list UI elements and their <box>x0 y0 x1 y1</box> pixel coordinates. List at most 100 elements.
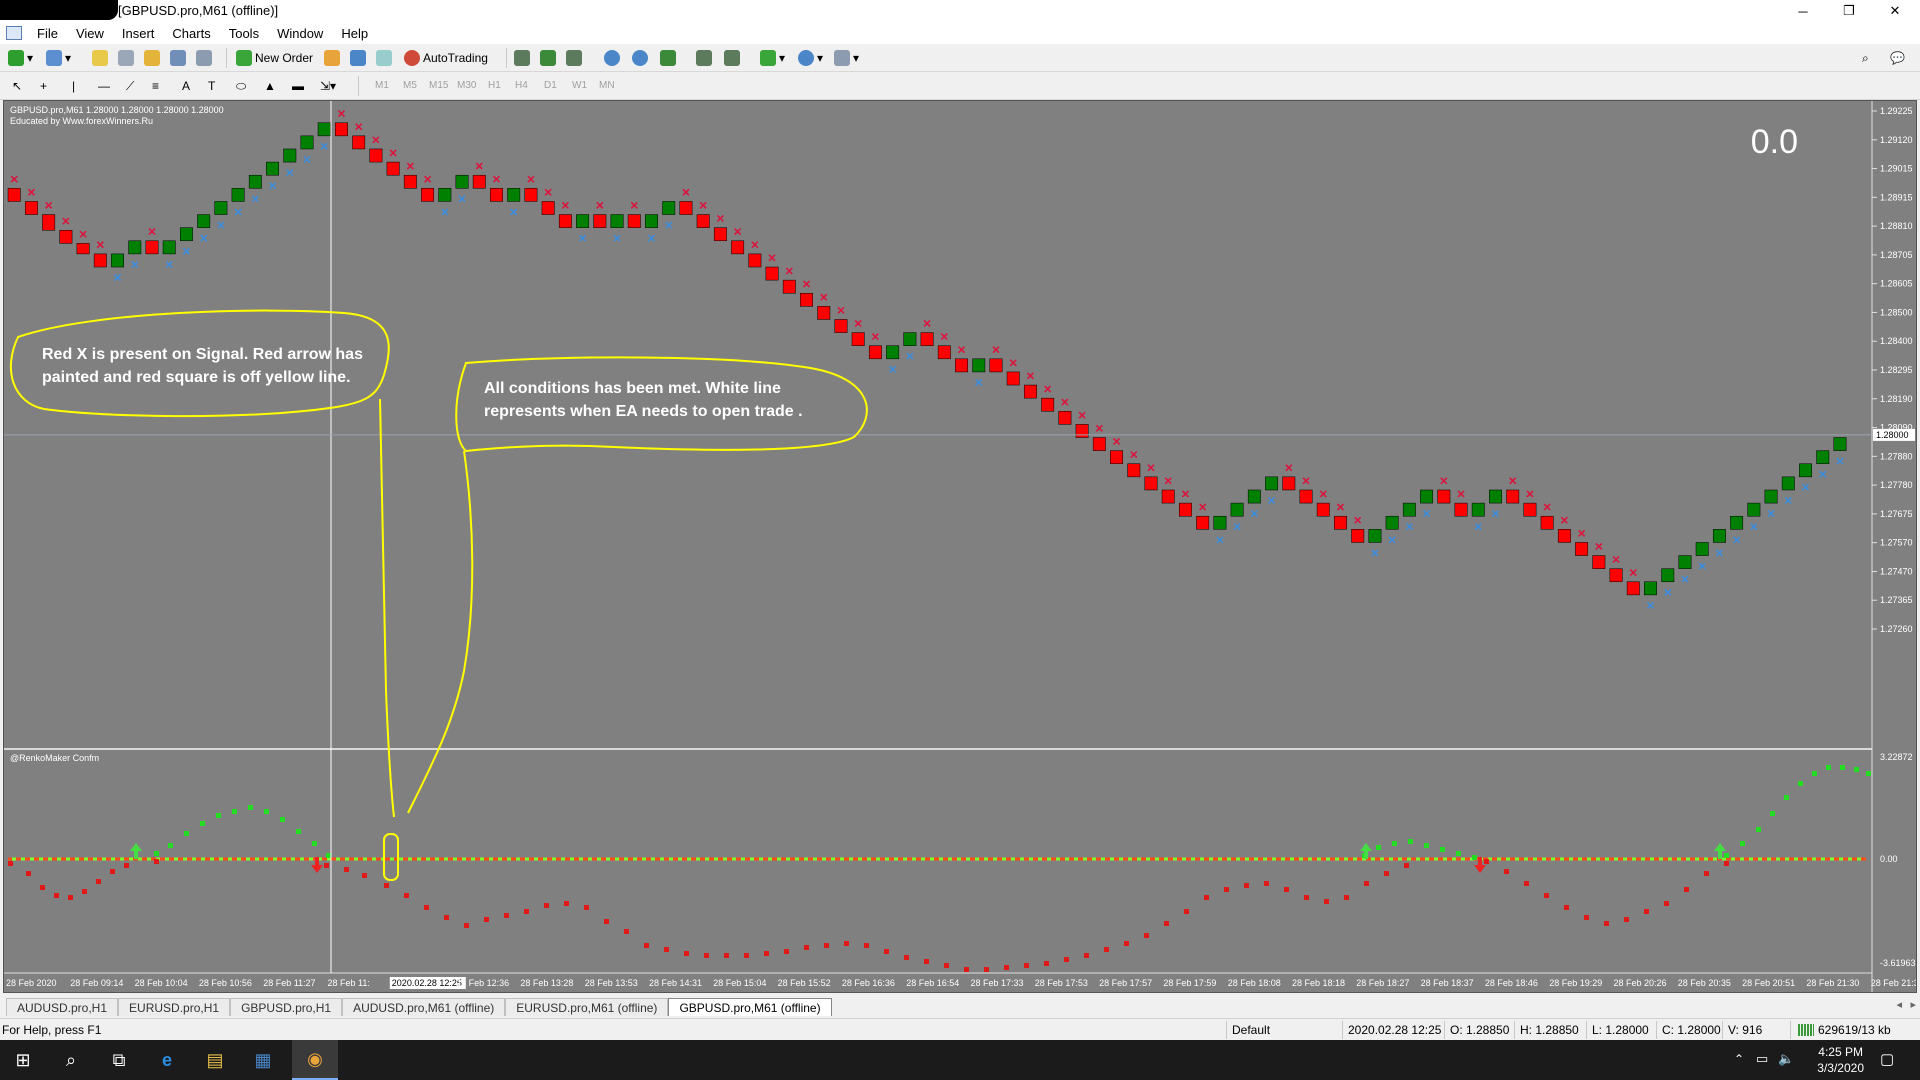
tile-windows-icon[interactable] <box>660 48 676 68</box>
tab-eurusd-m61[interactable]: EURUSD.pro,M61 (offline) <box>505 998 669 1016</box>
tab-gbpusd-h1[interactable]: GBPUSD.pro,H1 <box>230 998 343 1016</box>
price-tick-label: 1.28705 <box>1880 250 1913 260</box>
start-icon[interactable]: ⊞ <box>0 1040 46 1080</box>
market-watch-icon[interactable] <box>92 48 108 68</box>
tray-chevron-icon[interactable]: ⌃ <box>1734 1052 1744 1066</box>
zero-line-dot <box>624 857 628 861</box>
task-view-icon[interactable]: ⧉ <box>96 1040 142 1080</box>
rectangle-icon[interactable]: ▬ <box>292 76 304 96</box>
chart-shift-icon[interactable] <box>696 48 712 68</box>
renko-brick <box>731 240 745 255</box>
candlestick-icon[interactable] <box>540 48 556 68</box>
chart-canvas[interactable]: 1.29225 1.29120 1.29015 1.28915 1.28810 1.287… <box>4 101 1920 992</box>
arrows-icon[interactable]: ⇲▾ <box>320 76 336 96</box>
autoscroll-icon[interactable] <box>724 48 740 68</box>
market-icon[interactable] <box>376 48 392 68</box>
tab-eurusd-h1[interactable]: EURUSD.pro,H1 <box>118 998 231 1016</box>
edge-icon[interactable]: e <box>144 1040 190 1080</box>
profiles-icon[interactable]: ▾ <box>46 48 71 68</box>
tf-m5[interactable]: M5 <box>403 80 417 91</box>
zoom-out-icon[interactable] <box>632 48 648 68</box>
renko-brick <box>1540 515 1554 530</box>
metatrader-icon[interactable]: ◉ <box>292 1040 338 1080</box>
menu-view[interactable]: View <box>67 26 113 41</box>
tf-h4[interactable]: H4 <box>515 80 528 91</box>
menu-window[interactable]: Window <box>268 26 332 41</box>
tf-m30[interactable]: M30 <box>457 80 476 91</box>
green-indicator-dot <box>1724 853 1729 858</box>
menu-insert[interactable]: Insert <box>113 26 164 41</box>
crosshair-icon[interactable]: + <box>40 76 47 96</box>
taskbar-clock[interactable]: 4:25 PM 3/3/2020 <box>1817 1044 1864 1076</box>
price-tick-label: 1.27365 <box>1880 595 1913 605</box>
metaeditor-icon[interactable] <box>324 48 340 68</box>
chat-icon[interactable]: 💬 <box>1890 48 1905 68</box>
data-window-icon[interactable] <box>118 48 134 68</box>
templates-icon[interactable]: ▾ <box>834 48 859 68</box>
tab-scroll-right-icon[interactable]: ▸ <box>1910 998 1916 1011</box>
zoom-in-icon[interactable] <box>604 48 620 68</box>
renko-brick <box>1592 555 1606 569</box>
restore-button[interactable]: ❐ <box>1826 0 1872 22</box>
menu-file[interactable]: File <box>28 26 67 41</box>
indicators-icon[interactable]: ▾ <box>760 48 785 68</box>
periods-icon[interactable]: ▾ <box>798 48 823 68</box>
tab-audusd-h1[interactable]: AUDUSD.pro,H1 <box>6 998 119 1016</box>
navigator-icon[interactable] <box>144 48 160 68</box>
zero-line-dot <box>273 857 277 861</box>
minimize-button[interactable]: ─ <box>1780 0 1826 22</box>
tab-gbpusd-m61[interactable]: GBPUSD.pro,M61 (offline) <box>668 998 832 1016</box>
zero-line-dot <box>1632 857 1636 861</box>
tf-w1[interactable]: W1 <box>572 80 587 91</box>
bar-chart-icon[interactable] <box>514 48 530 68</box>
line-chart-icon[interactable] <box>566 48 582 68</box>
menu-tools[interactable]: Tools <box>220 26 268 41</box>
volume-icon[interactable]: 🔈 <box>1778 1051 1794 1067</box>
tf-d1[interactable]: D1 <box>544 80 557 91</box>
trendline-icon[interactable]: ⟋ <box>126 76 134 96</box>
zero-line-dot <box>1146 857 1150 861</box>
tf-mn[interactable]: MN <box>599 80 615 91</box>
text-icon[interactable]: A <box>182 76 190 96</box>
zero-line-dot <box>966 857 970 861</box>
zero-line-dot <box>1443 857 1447 861</box>
zero-line-dot <box>1272 857 1276 861</box>
tester-icon[interactable] <box>196 48 212 68</box>
price-tick-label: 1.27470 <box>1880 566 1913 576</box>
ellipse-icon[interactable]: ⬭ <box>236 76 246 96</box>
tab-audusd-m61[interactable]: AUDUSD.pro,M61 (offline) <box>342 998 506 1016</box>
autotrading-button[interactable]: AutoTrading <box>404 48 488 68</box>
new-order-button[interactable]: New Order <box>236 48 313 68</box>
zero-line-dot <box>543 857 547 861</box>
tf-h1[interactable]: H1 <box>488 80 501 91</box>
triangle-icon[interactable]: ▲ <box>264 76 276 96</box>
file-explorer-icon[interactable]: ▤ <box>192 1040 238 1080</box>
renko-brick <box>524 188 538 202</box>
menu-charts[interactable]: Charts <box>163 26 219 41</box>
search-taskbar-icon[interactable]: ⌕ <box>48 1040 94 1080</box>
store-icon[interactable]: ▦ <box>240 1040 286 1080</box>
tf-m15[interactable]: M15 <box>429 80 448 91</box>
search-icon[interactable]: ⌕ <box>1862 48 1869 68</box>
signals-icon[interactable] <box>350 48 366 68</box>
notifications-icon[interactable]: ▢ <box>1880 1050 1894 1068</box>
network-icon[interactable]: ▭ <box>1756 1051 1768 1067</box>
zero-line-dot <box>453 857 457 861</box>
cursor-icon[interactable]: ↖ <box>12 76 22 96</box>
zero-line-dot <box>1623 857 1627 861</box>
horizontal-line-icon[interactable]: — <box>98 76 110 96</box>
menu-help[interactable]: Help <box>332 26 377 41</box>
vertical-line-icon[interactable]: | <box>72 76 75 96</box>
time-tick-label: 28 Feb 12:36 <box>456 978 509 988</box>
close-button[interactable]: ✕ <box>1872 0 1918 22</box>
terminal-icon[interactable] <box>170 48 186 68</box>
red-indicator-dot <box>804 945 809 950</box>
text-label-icon[interactable]: T <box>208 76 215 96</box>
equidistant-channel-icon[interactable]: ≡ <box>152 76 159 96</box>
red-indicator-dot <box>724 953 729 958</box>
chart-window[interactable]: 1.29225 1.29120 1.29015 1.28915 1.28810 1.287… <box>3 100 1920 993</box>
time-tick-label: 28 Feb 17:53 <box>1035 978 1088 988</box>
new-chart-icon[interactable]: ▾ <box>8 48 33 68</box>
tf-m1[interactable]: M1 <box>375 80 389 91</box>
tab-scroll-left-icon[interactable]: ◂ <box>1896 998 1902 1011</box>
